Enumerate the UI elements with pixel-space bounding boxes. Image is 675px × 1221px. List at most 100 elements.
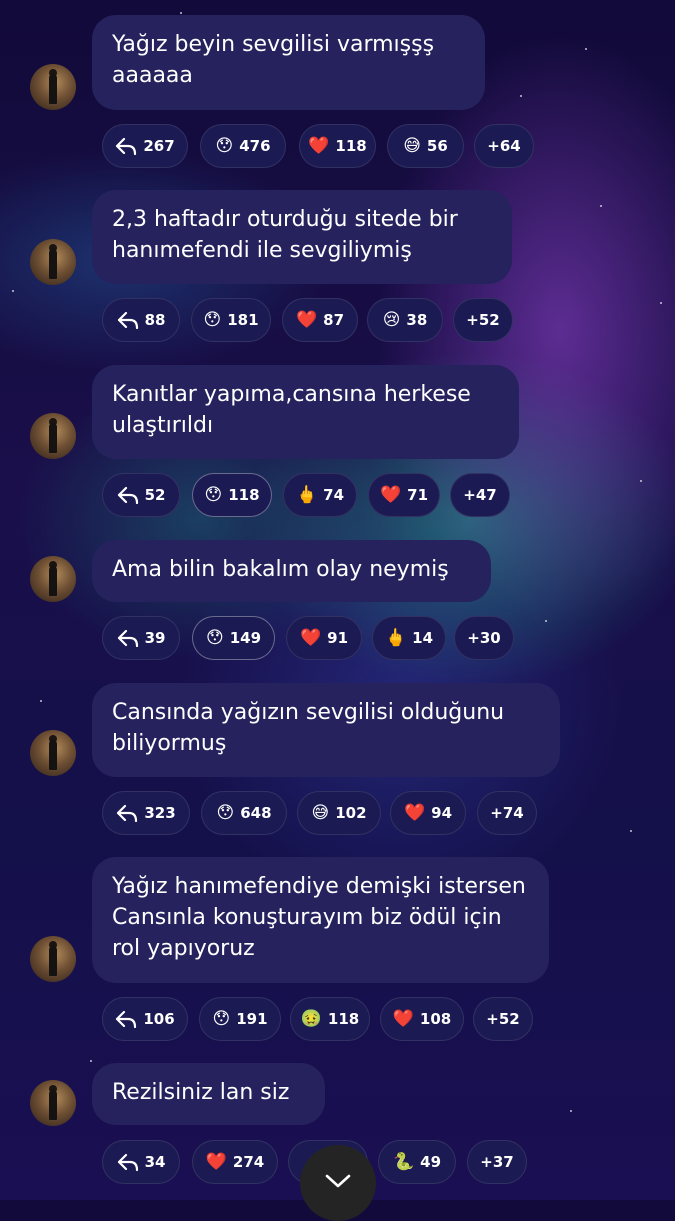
message-bubble[interactable]: 2,3 haftadır oturduğu sitede bir hanımef…: [92, 190, 512, 284]
reaction-chip[interactable]: ❤️ 87: [282, 298, 358, 342]
reaction-count: 71: [407, 486, 429, 504]
message-bubble[interactable]: Ama bilin bakalım olay neymiş: [92, 540, 491, 602]
reaction-chip[interactable]: 😢 38: [367, 298, 443, 342]
reaction-count: 106: [143, 1010, 175, 1028]
reaction-count: 181: [227, 311, 259, 329]
reaction-count: 94: [431, 804, 453, 822]
nauseated-face-icon: 🤢: [300, 1008, 322, 1029]
avatar[interactable]: [30, 1080, 76, 1126]
message-bubble[interactable]: Kanıtlar yapıma,cansına herkese ulaştırı…: [92, 365, 519, 459]
reaction-chip[interactable]: 😅 102: [297, 791, 381, 835]
more-reactions-chip[interactable]: +37: [467, 1140, 527, 1184]
crying-face-icon: 😢: [382, 309, 401, 330]
red-heart-icon: ❤️: [295, 309, 318, 330]
reaction-count: 476: [239, 137, 271, 155]
avatar[interactable]: [30, 413, 76, 459]
avatar[interactable]: [30, 556, 76, 602]
reply-icon: [117, 1153, 138, 1171]
reaction-chip[interactable]: 🖕 14: [372, 616, 446, 660]
reaction-count: 91: [327, 629, 349, 647]
reaction-count: 648: [240, 804, 272, 822]
reply-icon: [117, 629, 138, 647]
astonished-face-icon: 😯: [205, 627, 224, 648]
message-bubble[interactable]: Yağız beyin sevgilisi varmışşş aaaaaa: [92, 15, 485, 110]
reply-button[interactable]: 267: [102, 124, 188, 168]
more-reactions-count: +47: [463, 486, 497, 504]
reaction-chip[interactable]: ❤️ 91: [286, 616, 362, 660]
reaction-chip[interactable]: 😯 149: [192, 616, 275, 660]
reaction-chip[interactable]: ❤️ 71: [368, 473, 440, 517]
reaction-chip[interactable]: ❤️ 274: [192, 1140, 278, 1184]
red-heart-icon: ❤️: [379, 484, 402, 505]
more-reactions-count: +37: [480, 1153, 514, 1171]
reply-button[interactable]: 34: [102, 1140, 180, 1184]
reply-button[interactable]: 52: [102, 473, 180, 517]
reaction-count: 49: [420, 1153, 442, 1171]
reaction-chip[interactable]: 😅 56: [387, 124, 464, 168]
avatar[interactable]: [30, 936, 76, 982]
grinning-sweat-face-icon: 😅: [311, 802, 330, 823]
red-heart-icon: ❤️: [392, 1008, 414, 1029]
reply-icon: [116, 137, 137, 155]
more-reactions-chip[interactable]: +52: [473, 997, 533, 1041]
reaction-count: 274: [232, 1153, 265, 1171]
reaction-chip[interactable]: 😯 476: [200, 124, 286, 168]
middle-finger-icon: 🖕: [295, 484, 318, 505]
avatar[interactable]: [30, 730, 76, 776]
reaction-chip[interactable]: ❤️ 94: [390, 791, 466, 835]
avatar[interactable]: [30, 64, 76, 110]
reaction-count: 14: [412, 629, 434, 647]
reaction-count: 34: [144, 1153, 166, 1171]
avatar[interactable]: [30, 239, 76, 285]
reaction-chip[interactable]: ❤️ 108: [380, 997, 464, 1041]
reaction-chip[interactable]: 😯 181: [191, 298, 271, 342]
reaction-count: 118: [228, 486, 260, 504]
red-heart-icon: ❤️: [308, 135, 330, 156]
more-reactions-chip[interactable]: +74: [477, 791, 537, 835]
reply-button[interactable]: 106: [102, 997, 188, 1041]
scroll-to-bottom-button[interactable]: [300, 1145, 376, 1221]
reaction-count: 56: [426, 137, 448, 155]
reaction-chip[interactable]: 😯 648: [201, 791, 287, 835]
message-bubble[interactable]: Rezilsiniz lan siz: [92, 1063, 325, 1125]
reaction-chip[interactable]: 😯 118: [192, 473, 272, 517]
astonished-face-icon: 😯: [203, 309, 222, 330]
reaction-count: 87: [323, 311, 345, 329]
more-reactions-chip[interactable]: +30: [454, 616, 514, 660]
message-bubble[interactable]: Cansında yağızın sevgilisi olduğunu bili…: [92, 683, 560, 777]
astonished-face-icon: 😯: [216, 802, 235, 823]
reply-button[interactable]: 39: [102, 616, 180, 660]
reply-icon: [117, 311, 138, 329]
reaction-chip[interactable]: 🤢 118: [290, 997, 370, 1041]
red-heart-icon: ❤️: [205, 1151, 227, 1172]
more-reactions-chip[interactable]: +47: [450, 473, 510, 517]
reaction-count: 88: [144, 311, 166, 329]
reply-icon: [116, 1010, 137, 1028]
more-reactions-chip[interactable]: +52: [453, 298, 513, 342]
astonished-face-icon: 😯: [215, 135, 234, 156]
more-reactions-count: +64: [487, 137, 521, 155]
reaction-count: 118: [327, 1010, 360, 1028]
astonished-face-icon: 😯: [204, 484, 223, 505]
reaction-count: 39: [144, 629, 166, 647]
reaction-chip[interactable]: ❤️ 118: [299, 124, 376, 168]
message-bubble[interactable]: Yağız hanımefendiye demişki istersen Can…: [92, 857, 549, 983]
middle-finger-icon: 🖕: [384, 627, 407, 648]
chevron-down-icon: [325, 1174, 351, 1188]
reaction-count: 74: [323, 486, 345, 504]
reaction-chip[interactable]: 😯 191: [199, 997, 281, 1041]
reply-button[interactable]: 323: [102, 791, 190, 835]
red-heart-icon: ❤️: [299, 627, 322, 648]
more-reactions-chip[interactable]: +64: [474, 124, 534, 168]
reply-icon: [117, 804, 138, 822]
astonished-face-icon: 😯: [212, 1008, 231, 1029]
reply-button[interactable]: 88: [102, 298, 180, 342]
reaction-count: 52: [144, 486, 166, 504]
reaction-chip[interactable]: 🖕 74: [283, 473, 357, 517]
reaction-count: 118: [335, 137, 367, 155]
more-reactions-count: +74: [490, 804, 524, 822]
reply-icon: [117, 486, 138, 504]
reaction-count: 149: [229, 629, 262, 647]
reaction-chip[interactable]: 🐍 49: [378, 1140, 456, 1184]
reaction-count: 191: [236, 1010, 268, 1028]
